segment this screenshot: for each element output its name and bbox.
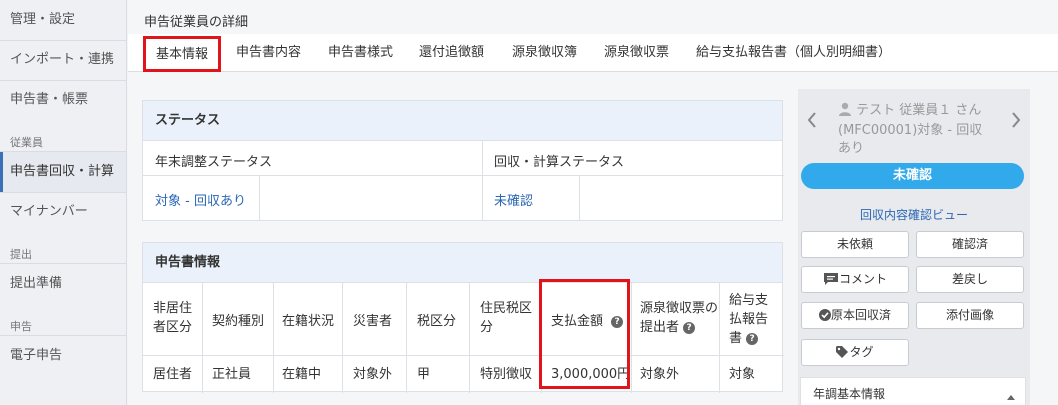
attachment-button[interactable]: 添付画像 (916, 302, 1024, 329)
sidebar-item-admin-settings[interactable]: 管理・設定 (0, 0, 126, 40)
caret-up-icon (1007, 386, 1015, 405)
status-unconfirmed-button[interactable]: 未確認 (801, 163, 1024, 189)
tab-declaration-format[interactable]: 申告書様式 (328, 34, 393, 72)
header-salary-report: 給与支払報告書 ? (729, 291, 779, 348)
confirmed-button[interactable]: 確認済 (916, 231, 1024, 258)
tab-declaration-content[interactable]: 申告書内容 (236, 34, 301, 72)
employee-side-panel: テスト 従業員１ さん (MFC00001)対象 - 回収あり 未確認 回収内容… (798, 89, 1030, 405)
header-contract-type: 契約種別 (212, 314, 265, 329)
check-circle-icon (818, 305, 831, 330)
header-resident-tax: 住民税区分 (480, 301, 533, 335)
payment-amount-highlight (539, 279, 630, 389)
tab-salary-report[interactable]: 給与支払報告書（個人別明細書） (696, 34, 891, 72)
year-end-basic-info-accordion[interactable]: 年調基本情報 (800, 377, 1026, 405)
comment-button[interactable]: コメント (801, 266, 909, 293)
help-icon[interactable]: ? (746, 332, 759, 345)
employee-name-block: テスト 従業員１ さん (MFC00001)対象 - 回収あり (838, 102, 994, 158)
row-divider (143, 175, 784, 176)
col-divider (482, 141, 483, 221)
header-tax-class: 税区分 (417, 314, 457, 329)
value-resident-tax: 特別徴収 (480, 367, 533, 382)
unrequested-button[interactable]: 未依頼 (801, 231, 909, 258)
sidebar-item-import[interactable]: インポート・連携 (0, 40, 126, 80)
sidebar-item-prep[interactable]: 提出準備 (0, 264, 126, 304)
status-panel: ステータス 年末調整ステータス 回収・計算ステータス 対象 - 回収あり 未確認 (142, 100, 784, 221)
comment-button-label: コメント (838, 272, 887, 286)
value-salary-report: 対象 (729, 367, 756, 382)
sidebar-section-declaration: 申告 (10, 320, 32, 333)
declaration-info-heading: 申告書情報 (143, 243, 782, 283)
sendback-button[interactable]: 差戻し (916, 266, 1024, 293)
tab-basic-info[interactable]: 基本情報 (143, 36, 222, 72)
original-collected-label: 原本回収済 (830, 308, 891, 322)
value-employment-status: 在籍中 (282, 367, 322, 382)
user-icon (838, 102, 852, 122)
col-divider (342, 283, 343, 393)
sidebar-section-submission: 提出 (10, 248, 32, 261)
tab-bar: 基本情報 申告書内容 申告書様式 還付追徴額 源泉徴収簿 源泉徴収票 給与支払報… (128, 34, 1058, 72)
accordion-label: 年調基本情報 (813, 387, 886, 401)
header-nonresident: 非居住者区分 (153, 301, 193, 335)
value-withholding-submitter: 対象外 (640, 367, 680, 382)
sidebar-item-mynumber[interactable]: マイナンバー (0, 192, 126, 232)
year-end-status-value[interactable]: 対象 - 回収あり (155, 190, 246, 209)
value-tax-class: 甲 (417, 367, 431, 382)
collection-status-label: 回収・計算ステータス (494, 155, 625, 170)
employee-code-status: (MFC00001)対象 - 回収あり (838, 123, 983, 156)
header-employment-status: 在籍状況 (282, 314, 335, 329)
collection-status-value[interactable]: 未確認 (494, 190, 533, 209)
chevron-right-icon[interactable] (1010, 111, 1022, 134)
value-disaster: 対象外 (353, 367, 393, 382)
tag-button[interactable]: タグ (801, 339, 909, 366)
value-nonresident: 居住者 (153, 367, 193, 382)
header-withholding-submitter-label: 源泉徴収票の提出者 (640, 301, 719, 335)
col-divider (259, 175, 260, 221)
tab-withholding-slip[interactable]: 源泉徴収票 (604, 34, 669, 72)
collection-viewer-link[interactable]: 回収内容確認ビュー (798, 206, 1030, 223)
sidebar-item-e-filing[interactable]: 電子申告 (0, 336, 126, 376)
col-divider (579, 175, 580, 221)
header-disaster: 災害者 (353, 314, 393, 329)
sidebar-item-collection-calc[interactable]: 申告書回収・計算 (0, 152, 126, 192)
chevron-left-icon[interactable] (806, 111, 818, 134)
main-content: 申告従業員の詳細 基本情報 申告書内容 申告書様式 還付追徴額 源泉徴収簿 源泉… (128, 0, 1058, 405)
header-withholding-submitter: 源泉徴収票の提出者 ? (640, 299, 720, 337)
col-divider (202, 283, 203, 393)
tag-button-label: タグ (849, 345, 874, 359)
sidebar-section-employees: 従業員 (10, 136, 43, 149)
col-divider (273, 283, 274, 393)
sidebar-item-forms[interactable]: 申告書・帳票 (0, 80, 126, 120)
status-heading: ステータス (143, 101, 782, 141)
employee-name: テスト 従業員１ さん (856, 103, 982, 118)
declaration-info-panel: 申告書情報 非居住者区分 契約種別 在籍状況 災害者 税区分 住民税区分 支払金… (142, 242, 784, 393)
col-divider (631, 283, 632, 393)
col-divider (406, 283, 407, 393)
tab-refund-amount[interactable]: 還付追徴額 (419, 34, 484, 72)
employee-header: テスト 従業員１ さん (MFC00001)対象 - 回収あり 未確認 (798, 89, 1030, 197)
tag-icon (836, 342, 849, 367)
sidebar: 管理・設定 インポート・連携 申告書・帳票 従業員 申告書回収・計算 マイナンバ… (0, 0, 127, 405)
row-divider (143, 355, 784, 356)
col-divider (469, 283, 470, 393)
help-icon[interactable]: ? (683, 321, 696, 334)
original-collected-button[interactable]: 原本回収済 (801, 302, 909, 329)
tab-withholding-ledger[interactable]: 源泉徴収簿 (512, 34, 577, 72)
comment-icon (823, 270, 839, 295)
year-end-status-label: 年末調整ステータス (155, 155, 273, 170)
page-title: 申告従業員の詳細 (144, 15, 249, 30)
value-contract-type: 正社員 (212, 367, 252, 382)
